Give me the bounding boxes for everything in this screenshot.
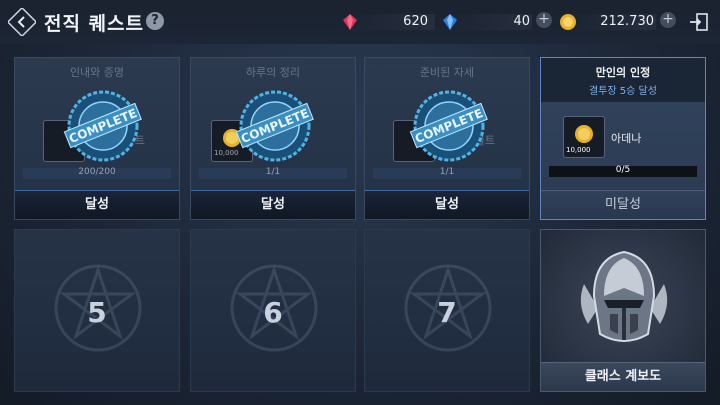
quest-name: 하루의 정리 [245, 66, 301, 79]
progress-text: 200/200 [78, 167, 116, 177]
quest-card-4[interactable]: 만인의 인정 결투장 5승 달성 10,000 아데나 0/5 미달성 [540, 57, 706, 220]
quest-objective: 결투장 5승 달성 [589, 86, 657, 97]
progress-text: 0/5 [615, 165, 631, 175]
knight-helmet-icon [580, 250, 668, 342]
back-icon[interactable] [8, 8, 36, 36]
class-lineage-label: 클래스 계보도 [541, 362, 705, 391]
locked-slot-7: 7 [364, 229, 530, 392]
currency-gold: 212.730 [558, 12, 656, 32]
currency-red-gem: 620 [340, 12, 435, 32]
currency-value: 212.730 [600, 14, 654, 29]
class-lineage-button[interactable]: 클래스 계보도 [540, 229, 706, 392]
blue-gem-icon [443, 14, 457, 30]
progress-text: 1/1 [265, 167, 281, 177]
currency-value: 40 [513, 14, 530, 29]
item-count: 10,000 [566, 146, 591, 154]
progress-bar: 200/200 [23, 167, 171, 179]
red-gem-icon [343, 14, 357, 30]
reward-item-name: 아데나 [611, 132, 642, 145]
currency-blue-gem: 40 [440, 12, 532, 32]
slot-number: 6 [263, 296, 283, 329]
status-label: 달성 [365, 190, 529, 219]
top-bar: 전직 퀘스트 ? 620 40 + 212.730 + [0, 0, 720, 44]
progress-bar: 1/1 [199, 167, 347, 179]
quest-card-3[interactable]: 준비된 자세 사일 볼트 1/1 달성 COMPLETE [364, 57, 530, 220]
currency-value: 620 [403, 14, 428, 29]
complete-stamp: COMPLETE [235, 90, 314, 162]
gold-coin-icon [560, 14, 576, 30]
progress-bar: 0/5 [549, 165, 697, 177]
progress-text: 1/1 [439, 167, 455, 177]
status-label: 달성 [15, 190, 179, 219]
page-title: 전직 퀘스트 [44, 13, 145, 35]
slot-number: 5 [87, 296, 107, 329]
progress-bar: 1/1 [373, 167, 521, 179]
slot-number: 7 [437, 296, 457, 329]
quest-name: 준비된 자세 [419, 66, 475, 79]
quest-name: 만인의 인정 [595, 66, 651, 79]
locked-slot-6: 6 [190, 229, 356, 392]
add-blue-gem-button[interactable]: + [536, 12, 552, 28]
quest-card-2[interactable]: 하루의 정리 10,000 1/1 달성 COMPLETE [190, 57, 356, 220]
exit-icon[interactable] [688, 11, 710, 33]
quest-card-1[interactable]: 인내와 증명 사일 볼트 200/200 달성 COMPLETE [14, 57, 180, 220]
complete-stamp: COMPLETE [63, 90, 142, 162]
status-label: 달성 [191, 190, 355, 219]
complete-stamp: COMPLETE [409, 90, 488, 162]
reward-item-icon: 10,000 [563, 116, 605, 158]
quest-name: 인내와 증명 [69, 66, 125, 79]
help-button[interactable]: ? [146, 12, 164, 30]
status-label: 미달성 [541, 190, 705, 219]
locked-slot-5: 5 [14, 229, 180, 392]
add-gold-button[interactable]: + [660, 12, 676, 28]
